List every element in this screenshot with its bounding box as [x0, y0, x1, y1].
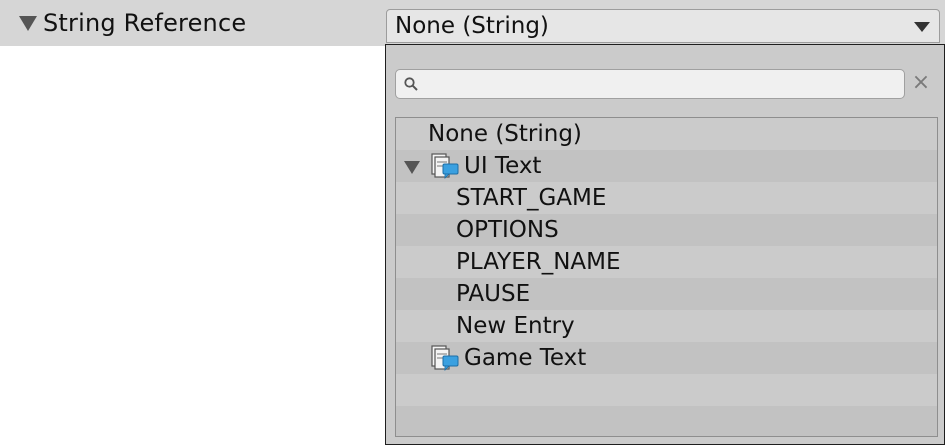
tree-item-label: UI Text	[464, 153, 542, 179]
string-reference-label: String Reference	[43, 9, 247, 37]
tree-item-options[interactable]: OPTIONS	[396, 214, 937, 246]
search-input[interactable]	[424, 72, 898, 98]
popup-selected-value: None (String)	[395, 13, 549, 39]
dropdown-arrow-icon[interactable]	[914, 22, 930, 32]
tree-item-label: PLAYER_NAME	[456, 249, 621, 275]
tree-item-label: PAUSE	[456, 281, 531, 307]
tree-item-ui-text[interactable]: UI Text	[396, 150, 937, 182]
tree-item-label: Game Text	[464, 345, 587, 371]
tree-item-pause[interactable]: PAUSE	[396, 278, 937, 310]
string-reference-popup[interactable]: None (String)	[386, 9, 940, 43]
tree-item-label: New Entry	[456, 313, 575, 339]
close-icon[interactable]: ×	[910, 72, 932, 94]
tree-item-none[interactable]: None (String)	[396, 118, 937, 150]
tree-item-label: START_GAME	[456, 185, 607, 211]
tree-view: None (String) UI Text START_GAME OPTIONS…	[395, 117, 938, 437]
triangle-down-icon[interactable]	[19, 15, 37, 31]
search-field[interactable]	[395, 69, 905, 99]
triangle-down-icon[interactable]	[404, 161, 420, 174]
tree-item-start-game[interactable]: START_GAME	[396, 182, 937, 214]
tree-item-game-text[interactable]: Game Text	[396, 342, 937, 374]
tree-empty-row	[396, 374, 937, 406]
tree-item-player-name[interactable]: PLAYER_NAME	[396, 246, 937, 278]
tree-item-label: None (String)	[428, 121, 582, 147]
string-table-icon	[431, 153, 459, 179]
tree-item-new-entry[interactable]: New Entry	[396, 310, 937, 342]
tree-item-label: OPTIONS	[456, 217, 559, 243]
string-reference-dropdown: × None (String) UI Text START_GAME OPTIO…	[385, 44, 945, 445]
tree-empty-row	[396, 406, 937, 436]
string-table-icon	[431, 345, 459, 371]
string-reference-foldout[interactable]: String Reference	[0, 0, 246, 46]
search-icon	[404, 77, 418, 91]
